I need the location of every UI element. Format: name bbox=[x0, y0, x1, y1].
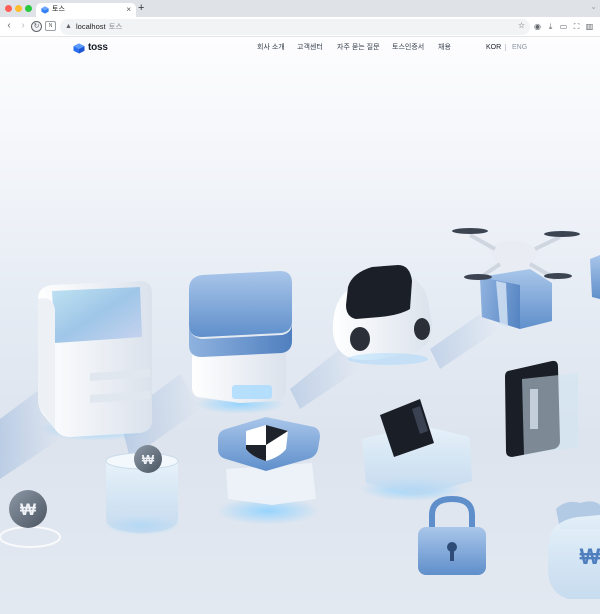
url-host: localhost bbox=[76, 22, 106, 31]
browser-toolbar: ‹ › ↻ N ▲ localhost 토스 ☆ ◉ ⤓ ▭ ⛶ ▥ bbox=[0, 17, 600, 37]
url-text: localhost 토스 bbox=[76, 22, 122, 32]
toss-logo-icon bbox=[73, 43, 85, 53]
extensions-icon[interactable]: ◉ bbox=[532, 21, 543, 32]
download-icon[interactable]: ⤓ bbox=[545, 21, 556, 32]
web-page: toss 회사 소개 고객센터 자주 묻는 질문 토스인증서 채용 KOR EN… bbox=[0, 37, 600, 614]
tab-groups-icon[interactable]: ▭ bbox=[558, 21, 569, 32]
site-info-icon[interactable]: ▲ bbox=[65, 22, 72, 32]
card-stand-object bbox=[505, 360, 578, 457]
shield-security-object bbox=[216, 417, 320, 525]
back-button[interactable]: ‹ bbox=[3, 20, 15, 32]
site-header: toss 회사 소개 고객센터 자주 묻는 질문 토스인증서 채용 KOR EN… bbox=[0, 37, 600, 59]
lang-eng-button[interactable]: ENG bbox=[512, 43, 527, 53]
tab-title: 토스 bbox=[52, 6, 65, 13]
floor-coin-won-symbol: ₩ bbox=[20, 500, 37, 519]
partial-right-object bbox=[590, 255, 600, 299]
card-tray-object bbox=[360, 399, 472, 501]
tab-search-icon[interactable]: ⌄ bbox=[590, 2, 597, 11]
bag-won-symbol: ₩ bbox=[580, 544, 600, 569]
drone-delivery-object bbox=[452, 228, 580, 329]
reload-button[interactable]: ↻ bbox=[31, 21, 42, 32]
money-bag-object: ₩ bbox=[548, 501, 600, 599]
browser-tab[interactable]: 토스 × bbox=[36, 3, 136, 17]
browser-tab-bar: 토스 × + ⌄ bbox=[0, 0, 600, 17]
nav-faq[interactable]: 자주 묻는 질문 bbox=[337, 43, 380, 53]
maximize-window-button[interactable] bbox=[25, 5, 32, 12]
sidebar-icon[interactable]: ▥ bbox=[584, 21, 595, 32]
floor-coin-object: ₩ bbox=[0, 490, 61, 548]
nav-support[interactable]: 고객센터 bbox=[297, 43, 323, 53]
server-box-object bbox=[38, 281, 152, 441]
coin-won-symbol: ₩ bbox=[142, 452, 155, 467]
screenshot-icon[interactable]: ⛶ bbox=[571, 21, 582, 32]
extension-button[interactable]: N bbox=[45, 21, 56, 31]
url-page-title: 토스 bbox=[108, 22, 123, 31]
toss-favicon-icon bbox=[41, 6, 49, 14]
car-object bbox=[332, 265, 432, 365]
tab-close-button[interactable]: × bbox=[126, 4, 131, 15]
toss-logo[interactable]: toss bbox=[73, 41, 108, 55]
blue-modem-object bbox=[189, 271, 292, 414]
nav-careers[interactable]: 채용 bbox=[438, 43, 451, 53]
lang-kor-button[interactable]: KOR bbox=[486, 43, 501, 53]
address-bar[interactable]: ▲ localhost 토스 ☆ bbox=[60, 19, 530, 35]
nav-about[interactable]: 회사 소개 bbox=[257, 43, 285, 53]
coin-jar-object: ₩ bbox=[104, 445, 180, 535]
close-window-button[interactable] bbox=[5, 5, 12, 12]
bookmark-star-icon[interactable]: ☆ bbox=[518, 21, 525, 30]
padlock-object bbox=[418, 495, 486, 575]
forward-button[interactable]: › bbox=[17, 20, 29, 32]
lang-divider bbox=[505, 44, 506, 51]
logo-wordmark: toss bbox=[88, 42, 108, 53]
nav-certificate[interactable]: 토스인증서 bbox=[392, 43, 424, 53]
new-tab-button[interactable]: + bbox=[138, 2, 144, 15]
minimize-window-button[interactable] bbox=[15, 5, 22, 12]
hero-illustration: ₩ ₩ ₩ bbox=[0, 228, 600, 599]
